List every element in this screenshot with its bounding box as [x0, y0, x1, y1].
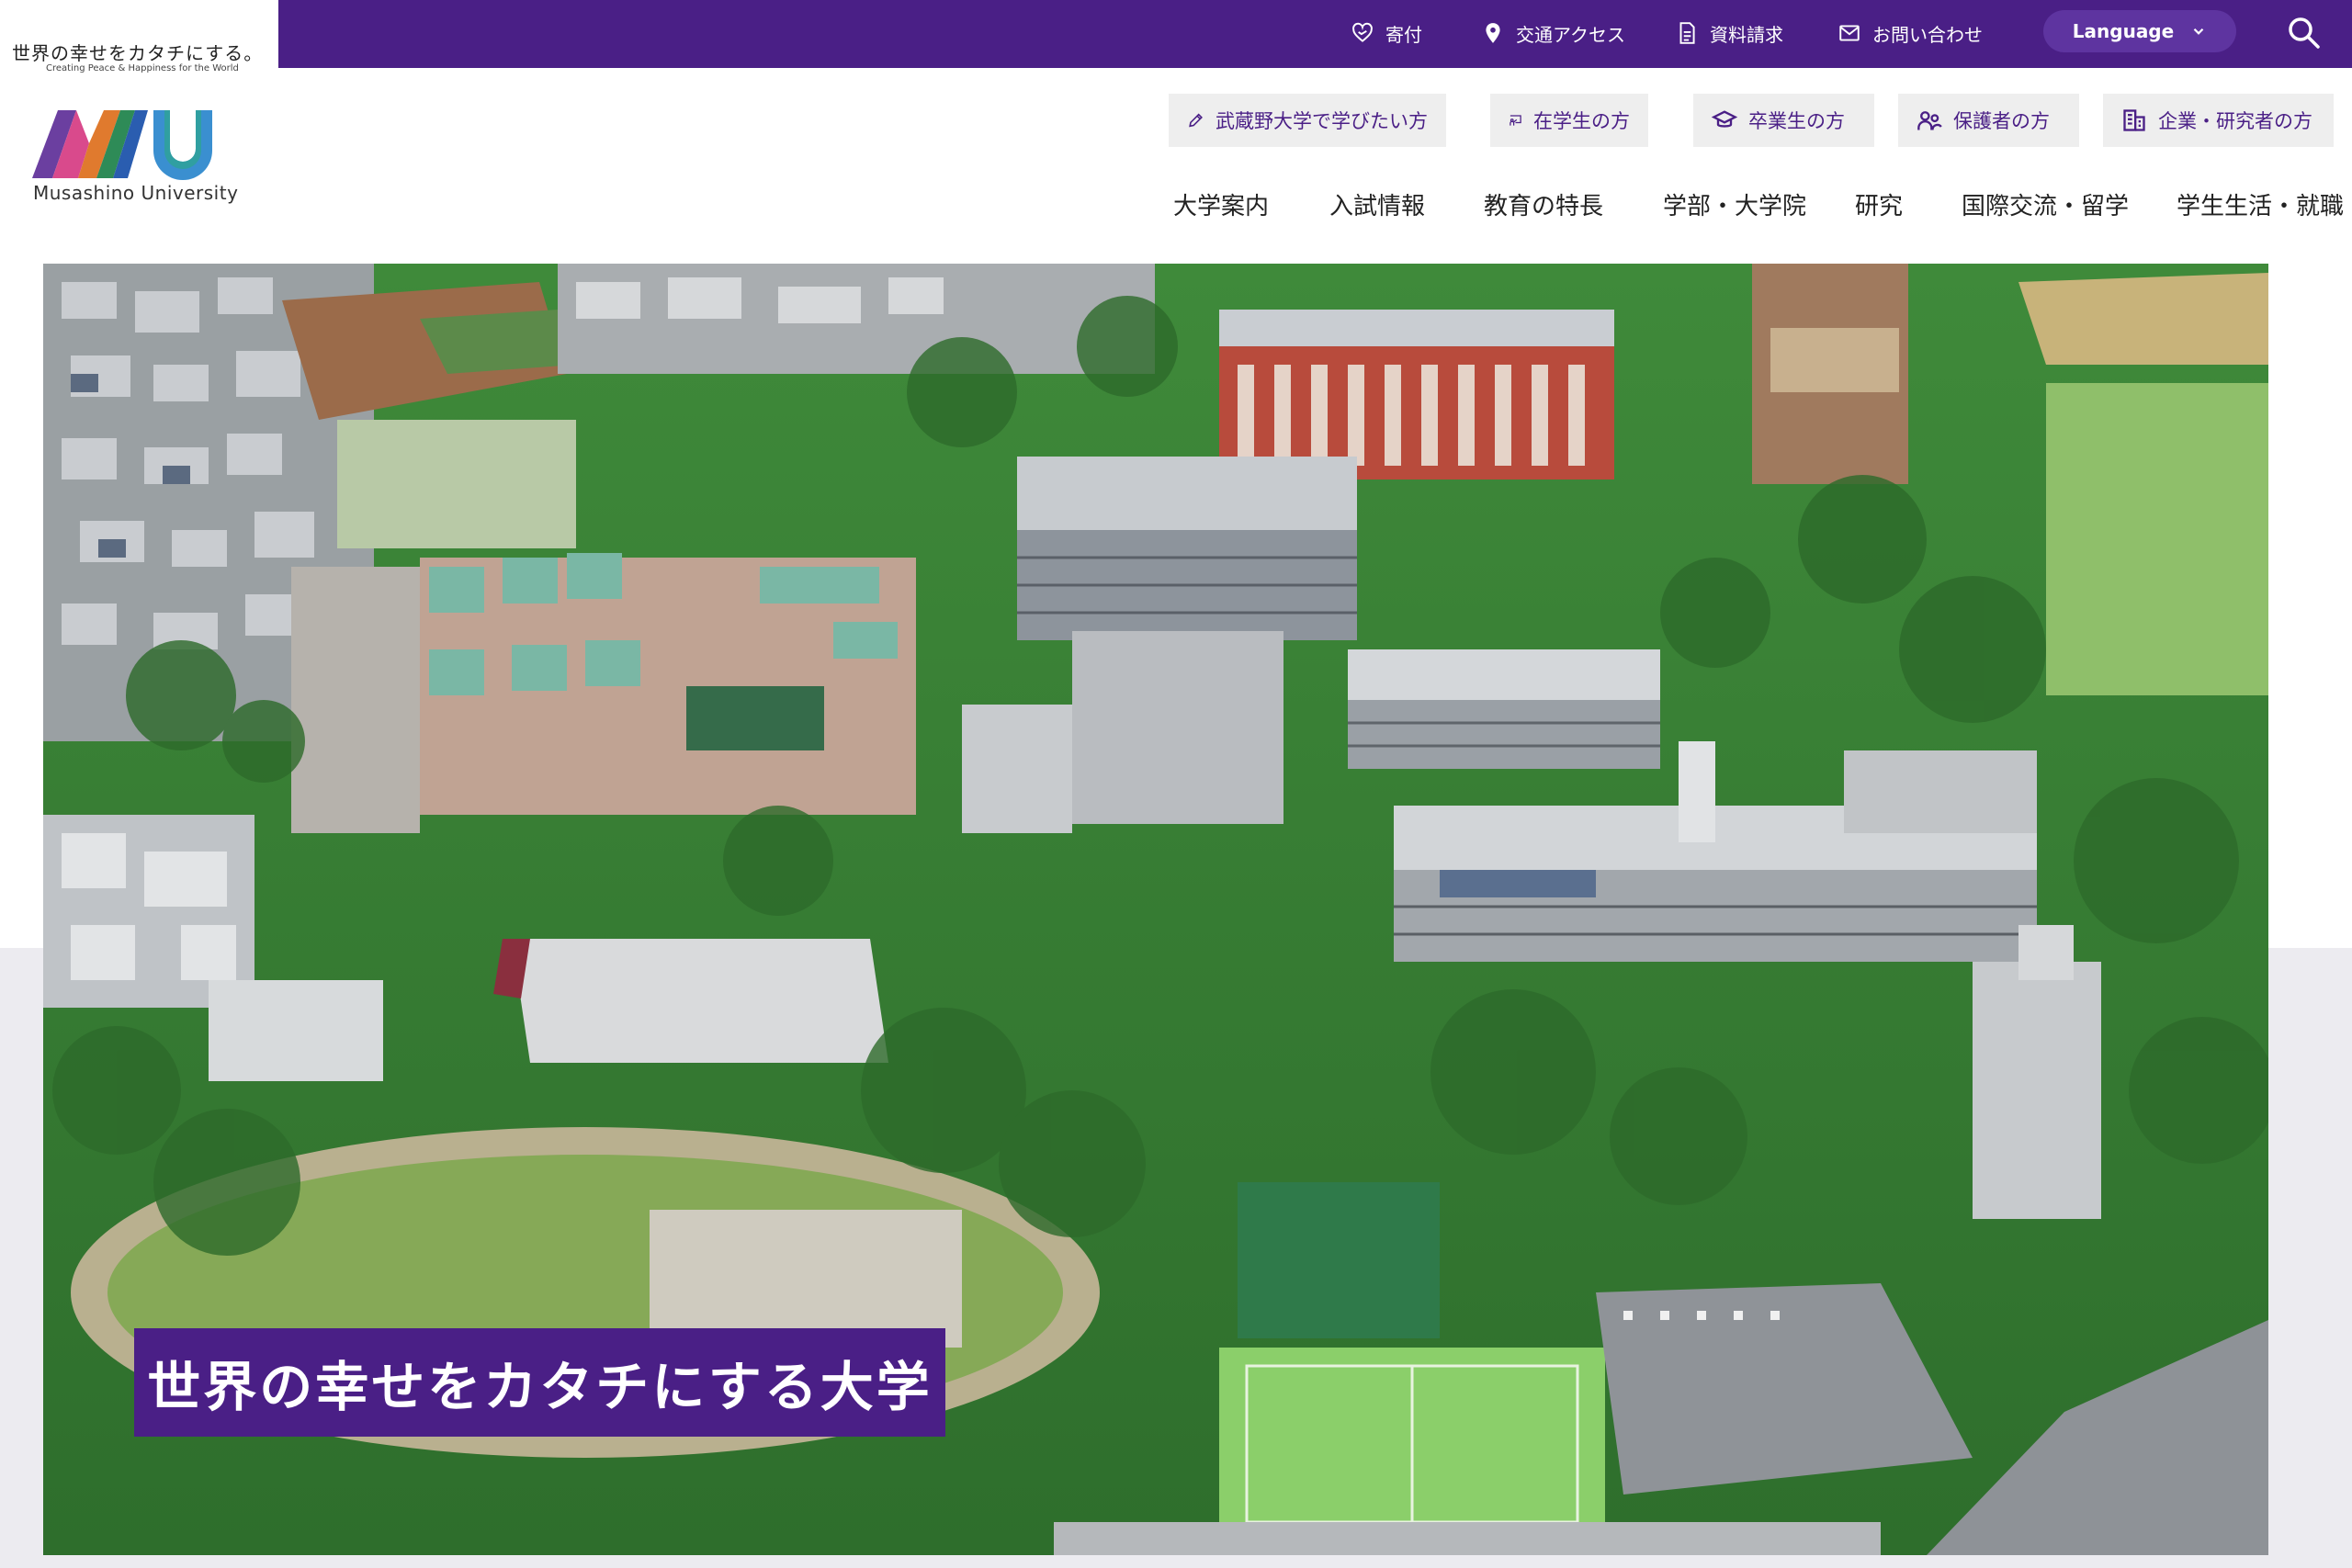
audience-label: 企業・研究者の方	[2158, 110, 2312, 132]
audience-parents-button[interactable]: 保護者の方	[1898, 94, 2079, 147]
building-icon	[2123, 109, 2145, 131]
audience-alumni-button[interactable]: 卒業生の方	[1693, 94, 1874, 147]
audience-label: 在学生の方	[1533, 110, 1630, 132]
language-dropdown[interactable]: Language	[2043, 10, 2236, 52]
audience-label: 武蔵野大学で学びたい方	[1216, 110, 1428, 132]
search-button[interactable]	[2286, 15, 2323, 51]
audience-corporate-button[interactable]: 企業・研究者の方	[2103, 94, 2334, 147]
donate-link[interactable]: 寄付	[1351, 17, 1422, 49]
audience-students-button[interactable]: 在学生の方	[1490, 94, 1648, 147]
access-link[interactable]: 交通アクセス	[1481, 17, 1625, 49]
document-icon	[1679, 22, 1695, 44]
tagline-area: 世界の幸せをカタチにする。 Creating Peace & Happiness…	[0, 0, 278, 73]
nav-faculties[interactable]: 学部・大学院	[1663, 187, 1806, 221]
access-label: 交通アクセス	[1516, 23, 1625, 46]
tagline-en: Creating Peace & Happiness for the World	[46, 63, 239, 73]
nav-admissions[interactable]: 入試情報	[1329, 187, 1425, 221]
logo-wordmark: Musashino University	[33, 182, 239, 204]
nav-campus-life[interactable]: 学生生活・就職	[2177, 187, 2344, 221]
heart-hand-icon	[1352, 22, 1373, 42]
presentation-icon	[1510, 115, 1521, 126]
donate-label: 寄付	[1385, 23, 1422, 46]
materials-link[interactable]: 資料請求	[1675, 17, 1783, 49]
map-pin-icon	[1486, 23, 1500, 43]
materials-label: 資料請求	[1710, 23, 1783, 46]
search-icon	[2289, 17, 2320, 49]
nav-about[interactable]: 大学案内	[1173, 187, 1269, 221]
contact-link[interactable]: お問い合わせ	[1838, 17, 1983, 49]
nav-international[interactable]: 国際交流・留学	[1962, 187, 2129, 221]
audience-label: 卒業生の方	[1748, 110, 1845, 132]
language-label: Language	[2072, 20, 2175, 42]
musashino-logo[interactable]	[32, 107, 225, 180]
graduation-cap-icon	[1712, 110, 1737, 128]
tagline-jp: 世界の幸せをカタチにする。	[12, 42, 264, 64]
pencil-icon	[1189, 113, 1203, 128]
chevron-down-icon	[2193, 28, 2204, 35]
nav-education[interactable]: 教育の特長	[1484, 187, 1603, 221]
nav-research[interactable]: 研究	[1855, 187, 1903, 221]
utility-bar	[278, 0, 2352, 68]
people-icon	[1917, 111, 1942, 130]
audience-label: 保護者の方	[1953, 110, 2050, 132]
audience-prospective-button[interactable]: 武蔵野大学で学びたい方	[1169, 94, 1446, 147]
contact-label: お問い合わせ	[1872, 23, 1983, 46]
hero-caption: 世界の幸せをカタチにする大学	[134, 1328, 945, 1437]
mail-icon	[1839, 25, 1860, 41]
